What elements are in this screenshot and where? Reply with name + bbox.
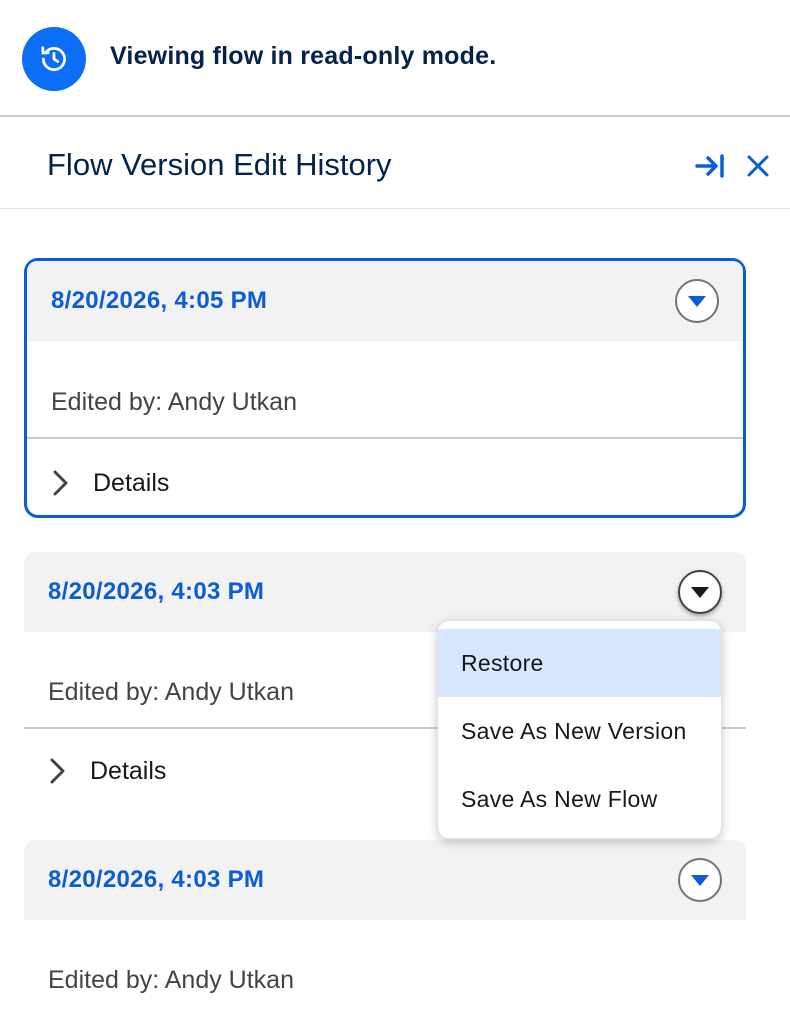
close-panel-button[interactable] [741, 149, 775, 183]
collapse-right-icon [695, 154, 724, 178]
close-icon [747, 155, 769, 177]
caret-down-icon [691, 875, 709, 886]
menu-item-save-as-new-flow[interactable]: Save As New Flow [438, 765, 721, 833]
version-timestamp[interactable]: 8/20/2026, 4:05 PM [51, 287, 267, 315]
edited-by-label: Edited by: Andy Utkan [48, 678, 294, 706]
chevron-right-icon [53, 470, 68, 496]
menu-item-save-as-new-version[interactable]: Save As New Version [438, 697, 721, 765]
edited-by-label: Edited by: Andy Utkan [48, 966, 294, 994]
panel-title: Flow Version Edit History [47, 147, 392, 182]
version-card[interactable]: 8/20/2026, 4:05 PM Edited by: Andy Utkan… [24, 258, 746, 518]
version-card-header: 8/20/2026, 4:05 PM [27, 261, 743, 341]
caret-down-icon [688, 296, 706, 307]
version-card-header: 8/20/2026, 4:03 PM [24, 840, 746, 920]
details-label: Details [90, 756, 167, 785]
caret-down-icon [691, 587, 709, 598]
panel-header: Flow Version Edit History [0, 119, 790, 209]
version-card[interactable]: 8/20/2026, 4:03 PM Edited by: Andy Utkan [24, 840, 746, 1024]
version-timestamp[interactable]: 8/20/2026, 4:03 PM [48, 866, 264, 894]
version-menu-button[interactable] [678, 858, 722, 902]
version-menu-button[interactable] [675, 279, 719, 323]
version-timestamp[interactable]: 8/20/2026, 4:03 PM [48, 578, 264, 606]
version-menu-button[interactable] [678, 570, 722, 614]
read-only-banner: Viewing flow in read-only mode. [0, 0, 790, 117]
flow-history-page: Viewing flow in read-only mode. Flow Ver… [0, 0, 790, 1024]
banner-message: Viewing flow in read-only mode. [110, 42, 497, 70]
edited-by-label: Edited by: Andy Utkan [51, 388, 297, 416]
chevron-right-icon [50, 758, 65, 784]
version-actions-menu: Restore Save As New Version Save As New … [437, 620, 722, 839]
details-toggle[interactable]: Details [51, 461, 169, 505]
details-toggle[interactable]: Details [48, 749, 166, 793]
card-divider [27, 437, 743, 439]
details-label: Details [93, 468, 170, 497]
collapse-panel-button[interactable] [693, 149, 727, 183]
menu-item-restore[interactable]: Restore [438, 629, 721, 697]
history-icon [22, 27, 86, 91]
